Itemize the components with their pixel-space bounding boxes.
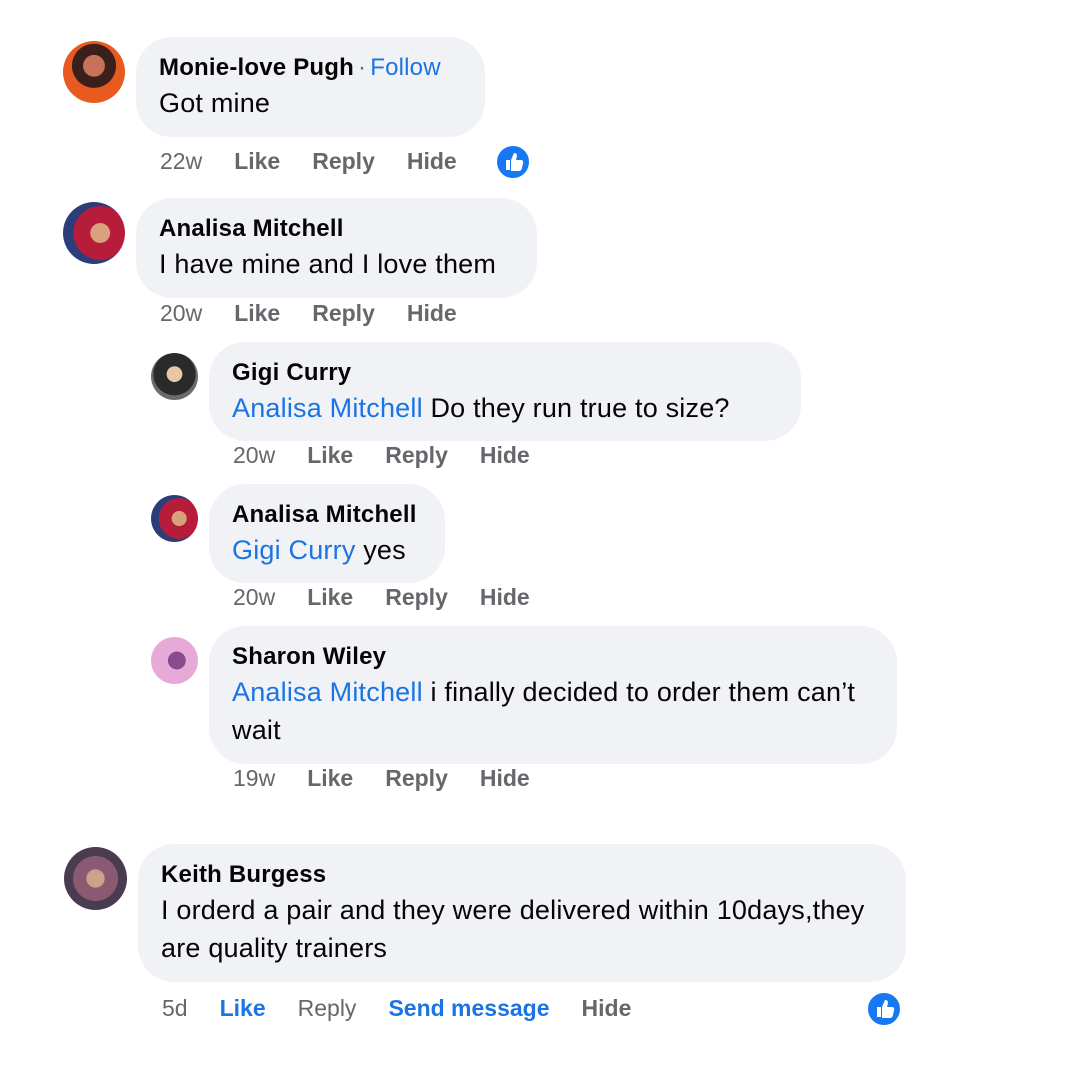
author-name[interactable]: Analisa Mitchell bbox=[159, 213, 513, 245]
send-message-button[interactable]: Send message bbox=[388, 995, 549, 1022]
timestamp[interactable]: 20w bbox=[160, 300, 202, 327]
reply-button[interactable]: Reply bbox=[312, 300, 375, 327]
hide-button[interactable]: Hide bbox=[407, 148, 457, 175]
hide-button[interactable]: Hide bbox=[480, 765, 530, 792]
timestamp[interactable]: 5d bbox=[162, 995, 188, 1022]
timestamp[interactable]: 20w bbox=[233, 584, 275, 611]
comment-text: I have mine and I love them bbox=[159, 249, 497, 279]
avatar[interactable] bbox=[63, 202, 125, 264]
comment-bubble: Keith Burgess I orderd a pair and they w… bbox=[138, 844, 906, 982]
timestamp[interactable]: 22w bbox=[160, 148, 202, 175]
author-name[interactable]: Keith Burgess bbox=[161, 859, 882, 891]
reply-button[interactable]: Reply bbox=[385, 765, 448, 792]
author-name[interactable]: Analisa Mitchell bbox=[232, 499, 421, 531]
follow-link[interactable]: Follow bbox=[370, 54, 441, 81]
like-button[interactable]: Like bbox=[307, 584, 353, 611]
comment-actions: 20w Like Reply Hide bbox=[233, 442, 562, 469]
reply-button[interactable]: Reply bbox=[312, 148, 375, 175]
like-button[interactable]: Like bbox=[234, 148, 280, 175]
comment-text: Do they run true to size? bbox=[430, 393, 730, 423]
mention-link[interactable]: Gigi Curry bbox=[232, 535, 356, 565]
like-button[interactable]: Like bbox=[307, 765, 353, 792]
comment-actions: 20w Like Reply Hide bbox=[160, 300, 489, 327]
hide-button[interactable]: Hide bbox=[582, 995, 632, 1022]
comment-bubble: Gigi Curry Analisa Mitchell Do they run … bbox=[209, 342, 801, 441]
comment-text: yes bbox=[363, 535, 406, 565]
comment-actions: 20w Like Reply Hide bbox=[233, 584, 562, 611]
reply-button[interactable]: Reply bbox=[385, 442, 448, 469]
comment-bubble: Monie-love Pugh · Follow Got mine bbox=[136, 37, 485, 137]
avatar[interactable] bbox=[151, 495, 198, 542]
hide-button[interactable]: Hide bbox=[407, 300, 457, 327]
comment-text: Got mine bbox=[159, 88, 271, 118]
timestamp[interactable]: 20w bbox=[233, 442, 275, 469]
hide-button[interactable]: Hide bbox=[480, 584, 530, 611]
like-button[interactable]: Like bbox=[234, 300, 280, 327]
comment-actions: 5d Like Reply Send message Hide bbox=[162, 995, 663, 1022]
thumbs-up-icon[interactable] bbox=[866, 991, 902, 1027]
mention-link[interactable]: Analisa Mitchell bbox=[232, 393, 423, 423]
like-button[interactable]: Like bbox=[307, 442, 353, 469]
mention-link[interactable]: Analisa Mitchell bbox=[232, 677, 423, 707]
reply-button[interactable]: Reply bbox=[298, 995, 357, 1022]
comment-actions: 22w Like Reply Hide bbox=[160, 148, 489, 175]
reply-button[interactable]: Reply bbox=[385, 584, 448, 611]
comment-actions: 19w Like Reply Hide bbox=[233, 765, 562, 792]
timestamp[interactable]: 19w bbox=[233, 765, 275, 792]
thumbs-up-icon[interactable] bbox=[495, 144, 531, 180]
comment-text: I orderd a pair and they were delivered … bbox=[161, 895, 865, 963]
avatar[interactable] bbox=[63, 41, 125, 103]
avatar[interactable] bbox=[151, 353, 198, 400]
author-name[interactable]: Sharon Wiley bbox=[232, 641, 873, 673]
author-name[interactable]: Gigi Curry bbox=[232, 357, 777, 389]
comment-bubble: Analisa Mitchell I have mine and I love … bbox=[136, 198, 537, 298]
like-button[interactable]: Like bbox=[220, 995, 266, 1022]
author-name[interactable]: Monie-love Pugh bbox=[159, 54, 354, 81]
hide-button[interactable]: Hide bbox=[480, 442, 530, 469]
comment-bubble: Sharon Wiley Analisa Mitchell i finally … bbox=[209, 626, 897, 764]
comment-bubble: Analisa Mitchell Gigi Curry yes bbox=[209, 484, 445, 583]
avatar[interactable] bbox=[64, 847, 127, 910]
separator-dot: · bbox=[358, 54, 367, 81]
avatar[interactable] bbox=[151, 637, 198, 684]
